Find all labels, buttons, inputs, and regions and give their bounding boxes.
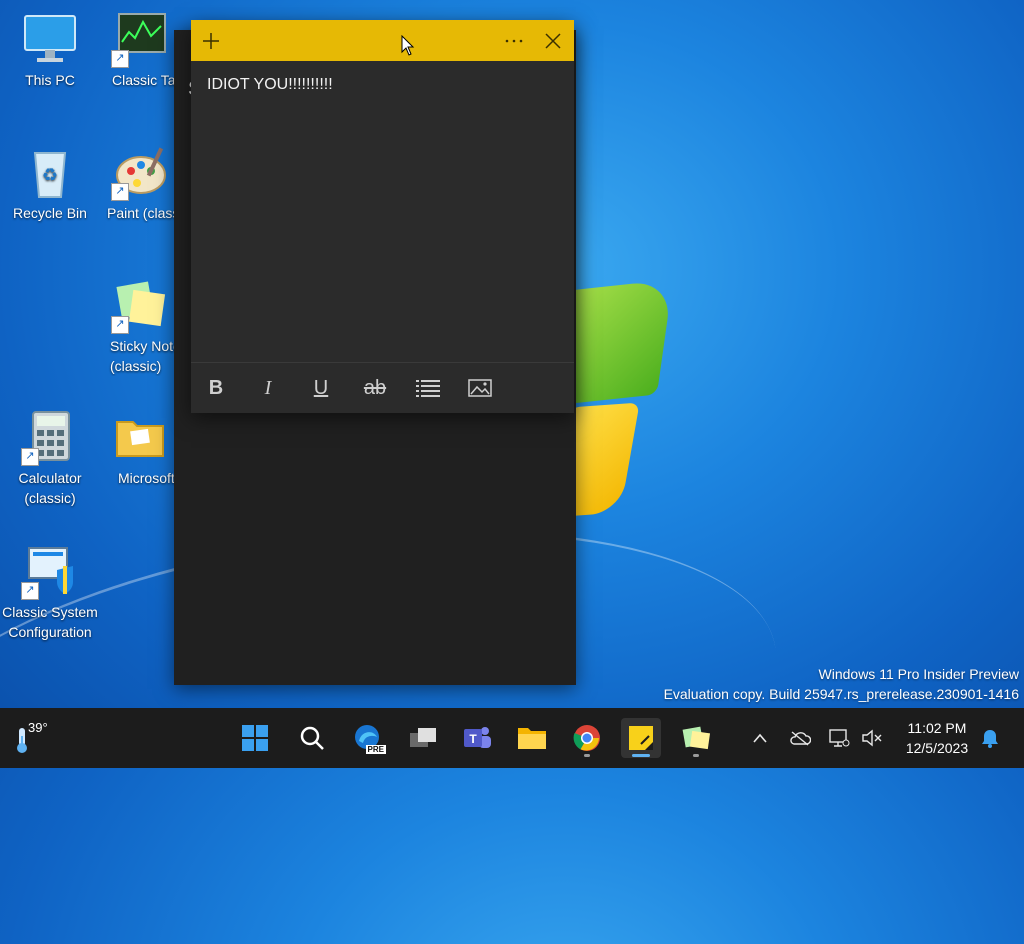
shortcut-arrow-icon: ↗: [111, 316, 129, 334]
taskbar-chrome[interactable]: [567, 718, 607, 758]
bullet-list-icon: [416, 380, 440, 397]
svg-text:T: T: [469, 732, 477, 746]
sticky-note-window[interactable]: IDIOT YOU!!!!!!!!!! B I U ab: [191, 20, 574, 413]
image-icon: [468, 379, 492, 397]
cloud-offline-icon: [790, 731, 811, 746]
close-note-button[interactable]: [538, 26, 568, 56]
watermark-line-1: Windows 11 Pro Insider Preview: [818, 666, 1019, 682]
taskbar-sticky-notes[interactable]: [621, 718, 661, 758]
system-configuration-icon: ↗: [21, 544, 77, 600]
taskbar-teams[interactable]: T: [457, 718, 497, 758]
desktop-icon-label: Paint (classic): [107, 205, 180, 221]
desktop-icon-recycle-bin[interactable]: ♻ Recycle Bin: [2, 145, 98, 223]
shortcut-arrow-icon: ↗: [111, 50, 129, 68]
italic-button[interactable]: I: [251, 373, 285, 403]
running-indicator: [693, 754, 699, 757]
desktop-icon-this-pc[interactable]: This PC: [2, 12, 98, 90]
bullet-list-button[interactable]: [411, 373, 445, 403]
volume-muted-icon: [862, 729, 882, 747]
svg-text:♻: ♻: [42, 165, 58, 185]
wallpaper-windows-logo: [550, 279, 680, 525]
show-hidden-icons-button[interactable]: [748, 726, 772, 750]
formatting-toolbar: B I U ab: [191, 362, 574, 413]
task-view-icon: [410, 728, 436, 747]
folder-icon: [113, 410, 167, 464]
sticky-note-titlebar[interactable]: [191, 20, 574, 61]
file-explorer-icon: [518, 728, 546, 749]
shortcut-arrow-icon: ↗: [21, 582, 39, 600]
shortcut-arrow-icon: ↗: [111, 183, 129, 201]
add-note-button[interactable]: [196, 26, 226, 56]
sticky-notes-classic-icon: ↗: [111, 278, 167, 334]
active-indicator: [632, 754, 650, 757]
task-manager-icon: ↗: [111, 12, 167, 68]
insert-image-button[interactable]: [463, 373, 497, 403]
shortcut-arrow-icon: ↗: [21, 448, 39, 466]
plus-icon: [203, 33, 219, 49]
clock-time: 11:02 PM: [907, 720, 967, 736]
taskbar-sticky-notes-classic[interactable]: [676, 718, 716, 758]
weather-temperature: 39°: [28, 720, 48, 735]
windows-start-icon: [242, 725, 268, 751]
volume-tray-button[interactable]: [860, 726, 884, 750]
recycle-bin-icon: ♻: [23, 145, 77, 199]
onedrive-tray-button[interactable]: [788, 726, 812, 750]
search-button[interactable]: [292, 718, 332, 758]
desktop-icon-sticky-notes[interactable]: ↗ Sticky Notes (classic): [100, 278, 180, 376]
sticky-notes-icon: [629, 726, 653, 750]
preview-badge: PRE: [365, 745, 386, 754]
running-indicator: [584, 754, 590, 757]
taskbar-clock[interactable]: 11:02 PM 12/5/2023: [895, 718, 979, 758]
start-button[interactable]: [235, 718, 275, 758]
bell-icon: [982, 730, 998, 748]
bold-button[interactable]: B: [199, 373, 233, 403]
paint-palette-icon: ↗: [111, 145, 167, 201]
desktop-icon-calculator[interactable]: ↗ Calculator (classic): [2, 410, 98, 508]
search-icon: [300, 726, 324, 750]
chevron-up-icon: [753, 733, 767, 743]
taskbar-edge-preview[interactable]: PRE: [348, 718, 388, 758]
desktop-icon-label: Microsoft Games: [118, 470, 180, 486]
mouse-cursor-icon: [401, 34, 415, 57]
monitor-icon: [23, 12, 77, 66]
desktop-icon-label: Classic Task Manager: [112, 72, 180, 88]
desktop-icon-label: Classic System Configuration: [2, 604, 98, 640]
desktop-icon-task-manager[interactable]: ↗ Classic Task Manager: [100, 12, 180, 90]
network-tray-button[interactable]: [827, 726, 851, 750]
desktop-icon-label: Recycle Bin: [13, 205, 87, 221]
windows-watermark: Windows 11 Pro Insider Preview Evaluatio…: [664, 664, 1019, 704]
desktop-icon-label: Sticky Notes (classic): [110, 338, 180, 374]
sticky-notes-classic-icon: [682, 726, 711, 750]
desktop-icon-label: Calculator (classic): [18, 470, 82, 506]
note-text-area[interactable]: IDIOT YOU!!!!!!!!!!: [207, 74, 557, 96]
desktop-icon-system-configuration[interactable]: ↗ Classic System Configuration: [0, 544, 100, 642]
strikethrough-button[interactable]: ab: [358, 373, 392, 403]
desktop-icon-paint[interactable]: ↗ Paint (classic): [100, 145, 180, 223]
close-icon: [545, 33, 561, 49]
desktop-icon-microsoft-games[interactable]: Microsoft Games: [100, 410, 180, 488]
note-menu-button[interactable]: [499, 26, 529, 56]
more-horizontal-icon: [505, 39, 523, 43]
weather-widget[interactable]: 39°: [14, 718, 64, 758]
calculator-icon: ↗: [21, 410, 77, 466]
taskbar: 39° PRE T 11:02 PM 12/5/2023: [0, 708, 1024, 768]
clock-date: 12/5/2023: [905, 740, 969, 756]
desktop-icon-label: This PC: [25, 72, 75, 88]
chrome-icon: [573, 725, 600, 751]
watermark-line-2: Evaluation copy. Build 25947.rs_prerelea…: [663, 686, 1019, 702]
notifications-button[interactable]: [978, 726, 1002, 750]
teams-icon: T: [464, 727, 491, 748]
taskbar-file-explorer[interactable]: [512, 718, 552, 758]
underline-button[interactable]: U: [304, 373, 338, 403]
task-view-button[interactable]: [403, 718, 443, 758]
network-icon: [829, 729, 850, 747]
